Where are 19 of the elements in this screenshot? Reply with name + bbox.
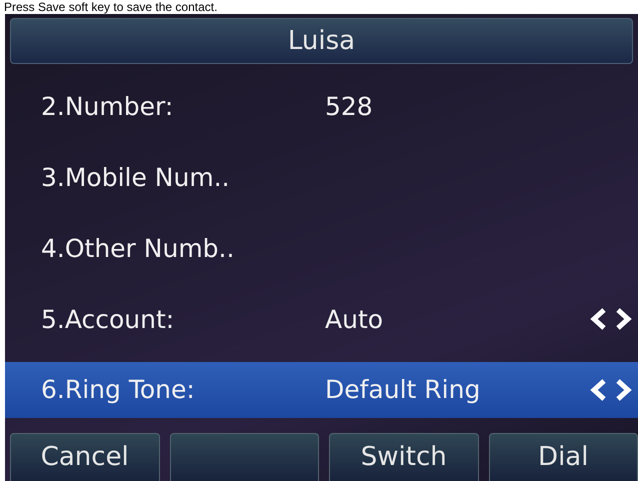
field-label: 2.Number: — [41, 91, 174, 124]
field-value: 528 — [325, 91, 373, 124]
blank-soft-key[interactable] — [170, 433, 319, 481]
soft-key[interactable]: Dial — [488, 433, 638, 481]
soft-key[interactable]: Cancel — [10, 433, 160, 481]
field-label: 3.Mobile Num.. — [41, 162, 231, 194]
field-label: 5.Account: — [41, 304, 176, 336]
field-row[interactable]: 4.Other Numb.. — [5, 220, 638, 276]
title-bar: Luisa — [10, 18, 633, 64]
caption: Press Save soft key to save the contact. — [3, 0, 218, 14]
field-value: Auto — [325, 304, 384, 336]
field-label: 4.Other Numb.. — [41, 232, 236, 265]
field-row[interactable]: 3.Mobile Num.. — [5, 150, 638, 206]
field-row[interactable]: 6.Ring Tone: Default Ring — [5, 362, 638, 418]
field-label: 6.Ring Tone: — [41, 374, 196, 406]
soft-key[interactable]: Switch — [329, 433, 478, 481]
field-row[interactable]: 5.Account: Auto — [5, 291, 638, 348]
field-row[interactable]: 2.Number: 528 — [5, 78, 638, 135]
field-value: Default Ring — [325, 374, 480, 406]
